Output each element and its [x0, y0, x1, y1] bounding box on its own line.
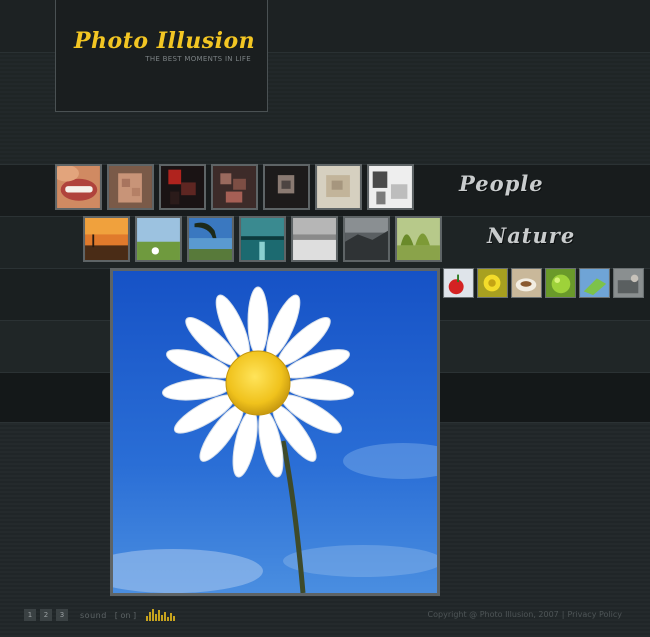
logo[interactable]: Photo Illusion THE BEST MOMENTS IN LIFE: [55, 0, 268, 112]
logo-tagline: THE BEST MOMENTS IN LIFE: [145, 55, 251, 63]
still-life-thumbnail[interactable]: [579, 268, 610, 298]
sound-toggle[interactable]: [ on ]: [115, 611, 136, 620]
nature-thumbnail[interactable]: [135, 216, 182, 262]
people-thumbnail[interactable]: [367, 164, 414, 210]
nature-thumbnail[interactable]: [239, 216, 286, 262]
people-thumbnail[interactable]: [315, 164, 362, 210]
page-button-1[interactable]: 1: [24, 609, 36, 621]
footer-controls: 1 2 3 sound [ on ]: [24, 609, 176, 621]
sound-label: sound: [80, 610, 107, 620]
logo-title: Photo Illusion: [74, 28, 256, 54]
nature-thumbnail[interactable]: [343, 216, 390, 262]
nature-thumbnail[interactable]: [291, 216, 338, 262]
main-photo: [110, 268, 440, 596]
still-life-thumbnail[interactable]: [477, 268, 508, 298]
people-thumbnail[interactable]: [211, 164, 258, 210]
still-life-thumbnail[interactable]: [511, 268, 542, 298]
equalizer-icon[interactable]: [146, 609, 176, 621]
copyright-text: Copyright @ Photo Illusion, 2007: [427, 610, 559, 619]
people-thumbnail[interactable]: [159, 164, 206, 210]
people-thumbnail[interactable]: [107, 164, 154, 210]
daisy-photo-icon: [113, 271, 437, 593]
nature-thumbnail[interactable]: [395, 216, 442, 262]
people-thumbnail[interactable]: [55, 164, 102, 210]
still-life-thumbnail[interactable]: [443, 268, 474, 298]
category-label-people[interactable]: People: [459, 171, 544, 196]
footer-copyright: Copyright @ Photo Illusion, 2007 | Privacy…: [428, 610, 622, 619]
still-life-thumbnail[interactable]: [613, 268, 644, 298]
nature-thumbnail[interactable]: [83, 216, 130, 262]
people-thumbnail[interactable]: [263, 164, 310, 210]
footer-separator: |: [561, 610, 565, 619]
page-button-2[interactable]: 2: [40, 609, 52, 621]
category-label-nature[interactable]: Nature: [487, 223, 575, 248]
nature-thumbnail[interactable]: [187, 216, 234, 262]
page-button-3[interactable]: 3: [56, 609, 68, 621]
still-life-thumbnail[interactable]: [545, 268, 576, 298]
privacy-policy-link[interactable]: Privacy Policy: [567, 610, 622, 619]
